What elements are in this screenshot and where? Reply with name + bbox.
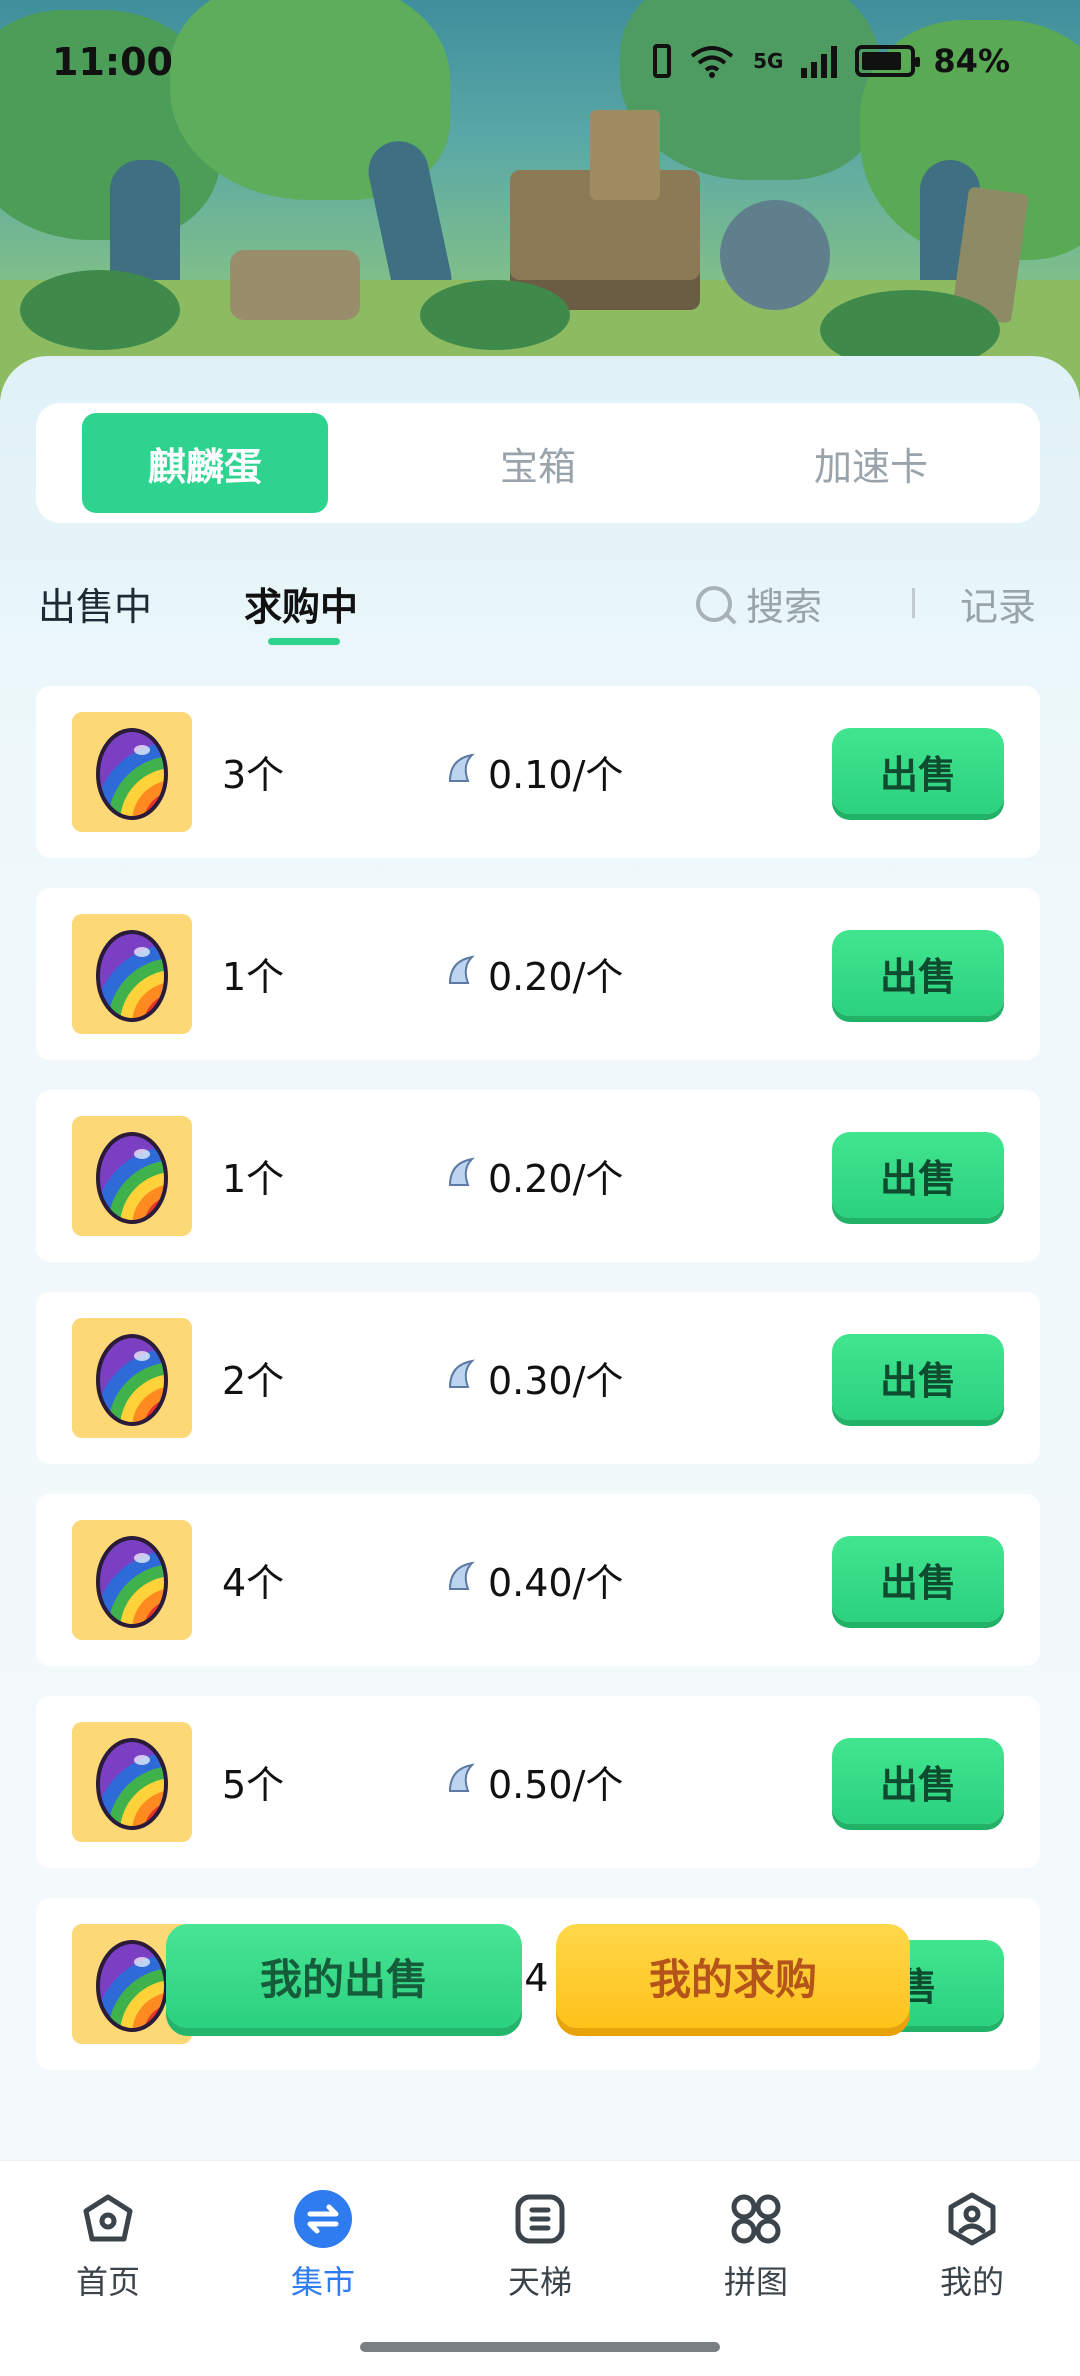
active-tab-underline — [268, 638, 340, 645]
nav-profile[interactable]: 我的 — [902, 2189, 1042, 2303]
tab-treasure-chest[interactable]: 宝箱 — [415, 413, 661, 513]
listing-quantity: 3个 — [222, 753, 285, 797]
listing-quantity: 5个 — [222, 1763, 285, 1807]
listing-row: 2个 0.30/个 出售 — [36, 1292, 1040, 1464]
tab-speed-card[interactable]: 加速卡 — [748, 413, 994, 513]
listing-price-value: 0.10/个 — [488, 753, 624, 797]
nav-puzzle-label: 拼图 — [723, 2263, 788, 2301]
crystal-currency-icon — [446, 1760, 480, 1804]
tab-qilin-egg[interactable]: 麒麟蛋 — [82, 413, 328, 513]
my-sell-button[interactable]: 我的出售 — [166, 1924, 522, 2028]
network-type: 5G — [753, 49, 784, 73]
battery-icon — [855, 45, 921, 77]
ladder-icon — [510, 2189, 570, 2249]
sell-button[interactable]: 出售 — [832, 728, 1004, 814]
crystal-currency-icon — [446, 750, 480, 794]
qilin-egg-icon — [72, 1520, 192, 1640]
nav-market[interactable]: 集市 — [253, 2189, 393, 2303]
crystal-currency-icon — [446, 1356, 480, 1400]
nav-home-label: 首页 — [75, 2263, 140, 2301]
nav-market-label: 集市 — [290, 2263, 355, 2301]
nav-puzzle[interactable]: 拼图 — [686, 2189, 826, 2303]
records-link[interactable]: 记录 — [960, 576, 1036, 631]
listing-price-value: 0.50/个 — [488, 1763, 624, 1807]
listing-price: 0.20/个 — [446, 946, 623, 1001]
sell-button[interactable]: 出售 — [832, 1334, 1004, 1420]
listing-quantity: 2个 — [222, 1359, 285, 1403]
listing-row: 1个 0.20/个 出售 — [36, 888, 1040, 1060]
vibrate-icon — [653, 44, 672, 78]
sub-tabs: 出售中 求购中 搜索 记录 — [0, 560, 1080, 650]
search-icon — [696, 585, 732, 622]
sell-button[interactable]: 出售 — [832, 1536, 1004, 1622]
listing-price-value: 0.40/个 — [488, 1561, 624, 1605]
home-indicator[interactable] — [360, 2342, 720, 2352]
listing-quantity: 1个 — [222, 955, 285, 999]
divider — [912, 588, 915, 618]
status-time: 11:00 — [52, 40, 173, 84]
listing-quantity: 1个 — [222, 1157, 285, 1201]
nav-ladder-label: 天梯 — [507, 2263, 572, 2301]
listing-price-value: 0.30/个 — [488, 1359, 624, 1403]
listing-row: 4个 0.40/个 出售 — [36, 1494, 1040, 1666]
listing-price: 0.20/个 — [446, 1148, 623, 1203]
wifi-icon — [690, 46, 734, 78]
signal-icon — [801, 44, 838, 78]
search-button[interactable]: 搜索 — [696, 576, 822, 631]
qilin-egg-icon — [72, 1116, 192, 1236]
nav-home[interactable]: 首页 — [38, 2189, 178, 2303]
qilin-egg-icon — [72, 914, 192, 1034]
listing-row: 1个 0.20/个 出售 — [36, 1090, 1040, 1262]
crystal-currency-icon — [446, 1154, 480, 1198]
nav-profile-label: 我的 — [939, 2263, 1004, 2301]
sell-button[interactable]: 出售 — [832, 930, 1004, 1016]
status-bar: 11:00 5G 84% — [0, 30, 1080, 100]
listing-price: 0.30/个 — [446, 1350, 623, 1405]
listing-price-value: 0.20/个 — [488, 955, 624, 999]
listing-row: 5个 0.50/个 出售 — [36, 1696, 1040, 1868]
tab-buy-requests[interactable]: 求购中 — [244, 576, 358, 631]
battery-percent: 84% — [933, 42, 1010, 80]
profile-icon — [942, 2189, 1002, 2249]
qilin-egg-icon — [72, 1722, 192, 1842]
crystal-currency-icon — [446, 1558, 480, 1602]
crystal-currency-icon — [446, 952, 480, 996]
nav-ladder[interactable]: 天梯 — [470, 2189, 610, 2303]
market-exchange-icon — [293, 2189, 353, 2249]
listing-price: 0.10/个 — [446, 744, 623, 799]
search-label: 搜索 — [746, 585, 823, 629]
listing-price: 0.40/个 — [446, 1552, 623, 1607]
qilin-egg-icon — [72, 712, 192, 832]
sell-button[interactable]: 出售 — [832, 1738, 1004, 1824]
puzzle-grid-icon — [726, 2189, 786, 2249]
status-icons: 5G 84% — [653, 42, 1010, 80]
listing-price-value: 0.20/个 — [488, 1157, 624, 1201]
home-icon — [78, 2189, 138, 2249]
category-tabs: 麒麟蛋 宝箱 加速卡 — [36, 403, 1040, 523]
tab-on-sale[interactable]: 出售中 — [38, 576, 152, 631]
sell-button[interactable]: 出售 — [832, 1132, 1004, 1218]
listing-row: 3个 0.10/个 出售 — [36, 686, 1040, 858]
qilin-egg-icon — [72, 1318, 192, 1438]
listing-quantity: 4个 — [222, 1561, 285, 1605]
my-buy-button[interactable]: 我的求购 — [556, 1924, 910, 2028]
listing-price: 0.50/个 — [446, 1754, 623, 1809]
